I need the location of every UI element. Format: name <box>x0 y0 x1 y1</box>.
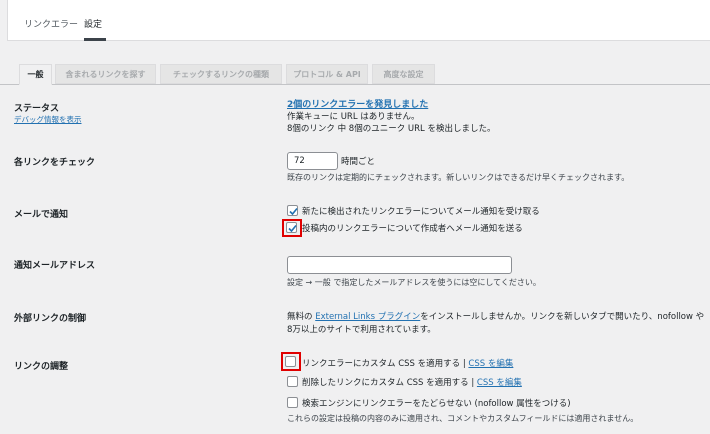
notify-email-hint: 設定 → 一般 で指定したメールアドレスを使うには空にしてください。 <box>287 278 541 287</box>
hours-unit-text: 時間ごと <box>341 157 376 167</box>
removed-css-label: 削除したリンクにカスタム CSS を適用する <box>302 378 469 388</box>
check-interval-input[interactable]: 72 <box>287 152 338 170</box>
notify-email-label: 通知メールアドレス <box>14 261 96 271</box>
broken-css-row: リンクエラーにカスタム CSS を適用する | CSS を編集 <box>302 357 513 369</box>
check-interval-hint: 既存のリンクは定期的にチェックされます。新しいリンクはできるだけ早くチェックされ… <box>287 173 630 182</box>
notify-email-input[interactable] <box>287 256 512 274</box>
status-label: ステータス <box>14 104 60 114</box>
tabs-divider <box>0 84 710 85</box>
tab-settings[interactable]: 設定 <box>84 17 102 30</box>
notify-authors-checkbox[interactable] <box>286 222 297 233</box>
external-links-label: 外部リンクの制御 <box>14 314 87 324</box>
broken-css-label: リンクエラーにカスタム CSS を適用する <box>302 359 461 369</box>
removed-css-checkbox[interactable] <box>287 376 298 387</box>
external-links-text: 無料の External Links プラグインをインストールしませんか。リンク… <box>287 310 704 322</box>
check-each-label: 各リンクをチェック <box>14 158 96 168</box>
page-top-bar: リンクエラー 設定 <box>7 0 710 41</box>
nofollow-label: 検索エンジンにリンクエラーをたどらせない (nofollow 属性をつける) <box>302 399 571 409</box>
checkmark-icon <box>289 207 298 216</box>
nofollow-checkbox[interactable] <box>287 397 298 408</box>
settings-tab-link-types[interactable]: チェックするリンクの種類 <box>160 64 282 84</box>
broken-css-checkbox[interactable] <box>285 356 296 367</box>
checkmark-icon <box>288 224 297 233</box>
notify-new-broken-checkbox[interactable] <box>287 205 298 216</box>
external-usage-text: 8万以上のサイトで利用されています。 <box>287 325 436 335</box>
tab-broken-links[interactable]: リンクエラー <box>24 17 78 30</box>
external-prefix: 無料の <box>287 312 313 322</box>
mail-notify-label: メールで通知 <box>14 210 69 220</box>
link-adjust-label: リンクの調整 <box>14 362 69 372</box>
separator: | <box>462 359 466 369</box>
notify-new-broken-label: 新たに検出されたリンクエラーについてメール通知を受け取る <box>302 207 540 217</box>
settings-tab-look-for-links[interactable]: 含まれるリンクを探す <box>55 64 156 84</box>
external-links-plugin-link[interactable]: External Links プラグイン <box>315 312 420 322</box>
active-tab-indicator <box>84 38 106 41</box>
queue-status-text: 作業キューに URL はありません。 <box>287 112 420 122</box>
settings-tab-advanced[interactable]: 高度な設定 <box>372 64 435 84</box>
edit-removed-css-link[interactable]: CSS を編集 <box>477 378 522 388</box>
edit-broken-css-link[interactable]: CSS を編集 <box>468 359 513 369</box>
settings-tab-protocols-api[interactable]: プロトコル & API <box>286 64 368 84</box>
broken-links-found-link[interactable]: 2個のリンクエラーを発見しました <box>287 97 428 110</box>
removed-css-row: 削除したリンクにカスタム CSS を適用する | CSS を編集 <box>302 376 522 388</box>
separator: | <box>471 378 475 388</box>
detected-links-text: 8個のリンク 中 8個のユニーク URL を検出しました。 <box>287 124 496 134</box>
notify-authors-label: 投稿内のリンクエラーについて作成者へメール通知を送る <box>302 224 523 234</box>
external-suffix: をインストールしませんか。リンクを新しいタブで開いたり、nofollow や <box>420 312 705 322</box>
link-adjust-note: これらの設定は投稿の内容のみに適用され、コメントやカスタムフィールドには適用され… <box>287 414 639 423</box>
debug-info-link[interactable]: デバッグ情報を表示 <box>14 114 82 125</box>
settings-tab-general[interactable]: 一般 <box>19 64 52 85</box>
